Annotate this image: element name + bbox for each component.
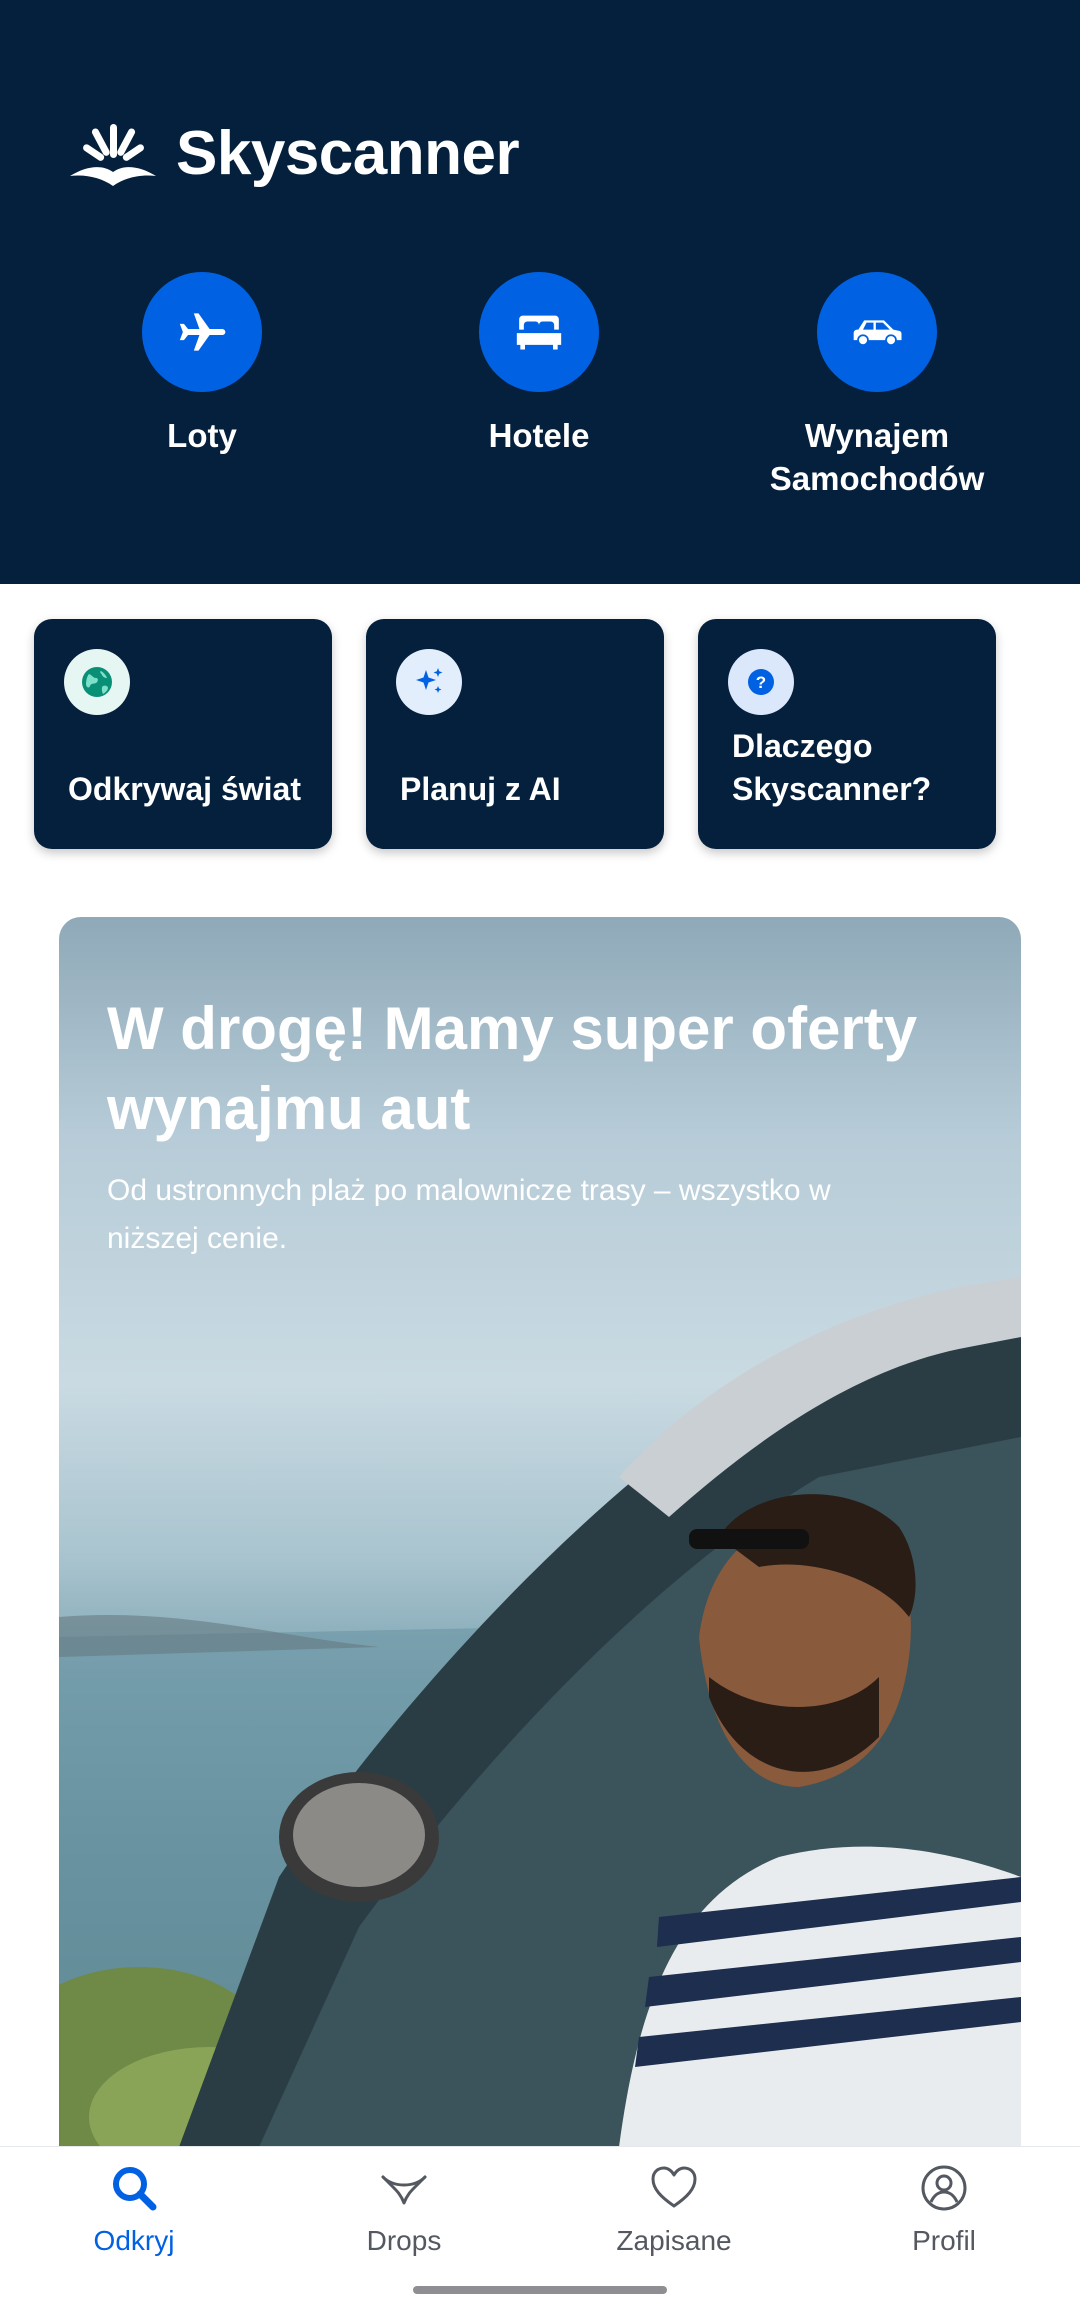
nav-discover[interactable]: Odkryj	[24, 2161, 244, 2257]
question-icon: ?	[748, 669, 774, 695]
nav-profile[interactable]: Profil	[834, 2161, 1054, 2257]
promo-title: W drogę! Mamy super oferty wynajmu aut	[107, 995, 918, 1142]
promo-banner[interactable]: W drogę! Mamy super oferty wynajmu aut O…	[59, 917, 1021, 2147]
nav-label: Profil	[912, 2225, 976, 2256]
globe-badge	[64, 649, 130, 715]
flights-circle	[142, 272, 262, 392]
vertical-label: Loty	[167, 417, 237, 454]
promo-subtitle: Od ustronnych plaż po malownicze trasy –…	[107, 1174, 831, 1255]
card-plan-with-ai[interactable]: Planuj z AI	[366, 619, 664, 849]
vertical-label: Hotele	[488, 417, 590, 454]
search-icon	[113, 2167, 157, 2211]
nav-drops[interactable]: Drops	[294, 2161, 514, 2257]
nav-saved[interactable]: Zapisane	[564, 2161, 784, 2257]
skyscanner-logo: Skyscanner	[66, 118, 520, 189]
vertical-hotels[interactable]: Hotele	[409, 272, 669, 457]
svg-text:?: ?	[756, 673, 766, 692]
card-title: Planuj z AI	[400, 771, 561, 807]
header: Skyscanner Loty Hotele Wynajem Samochodó…	[0, 0, 1080, 584]
profile-icon	[921, 2165, 967, 2211]
car-icon	[853, 320, 902, 345]
nav-label: Drops	[366, 2225, 442, 2256]
card-explore-world[interactable]: Odkrywaj świat	[34, 619, 332, 849]
hotels-circle	[479, 272, 599, 392]
question-badge: ?	[728, 649, 794, 715]
card-title: Dlaczego Skyscanner?	[732, 728, 932, 807]
card-why-skyscanner[interactable]: ? Dlaczego Skyscanner?	[698, 619, 996, 849]
drops-icon	[381, 2175, 427, 2205]
plane-icon	[179, 313, 226, 351]
card-title: Odkrywaj świat	[68, 771, 301, 807]
brand-name: Skyscanner	[176, 119, 520, 188]
globe-icon	[82, 667, 112, 697]
car-hire-circle	[817, 272, 937, 392]
sparkles-icon	[416, 668, 443, 693]
sunrise-logo-icon	[70, 123, 156, 186]
bed-icon	[516, 315, 562, 350]
heart-icon	[651, 2166, 697, 2208]
nav-label: Odkryj	[93, 2225, 175, 2256]
vertical-label: Wynajem Samochodów	[769, 417, 985, 497]
nav-label: Zapisane	[616, 2225, 732, 2256]
sparkles-badge	[396, 649, 462, 715]
vertical-flights[interactable]: Loty	[72, 272, 332, 457]
home-indicator[interactable]	[413, 2286, 667, 2294]
vertical-car-hire[interactable]: Wynajem Samochodów	[747, 272, 1007, 500]
